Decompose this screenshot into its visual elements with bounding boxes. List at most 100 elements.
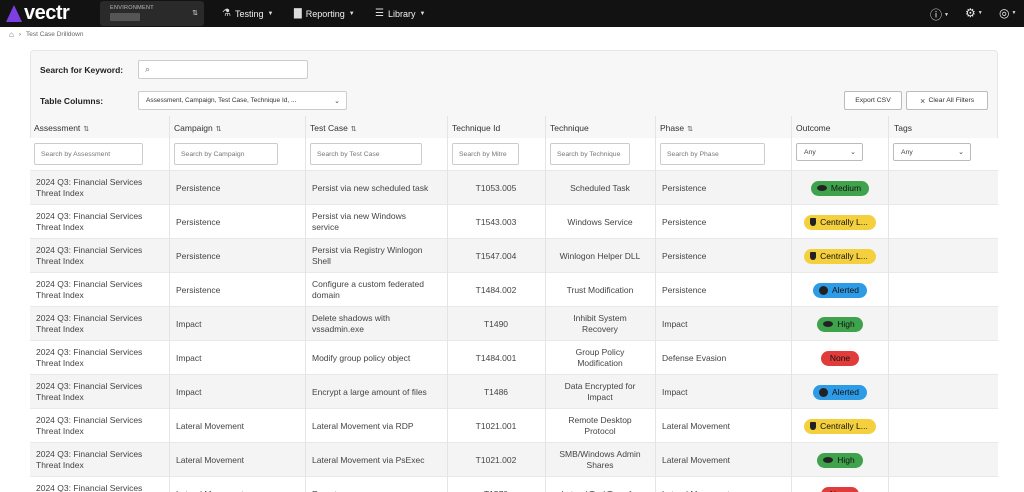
cell-text: T1570 (484, 489, 508, 492)
cell-text: Lateral Movement (662, 489, 730, 492)
keyword-search-input[interactable] (157, 63, 302, 77)
cell-campaign: Impact (176, 375, 301, 409)
cell-text-line: vssadmin.exe (312, 324, 364, 334)
logo-text: vectr (24, 2, 70, 24)
cell-text: Persistence (176, 182, 221, 193)
technique-filter-input[interactable] (550, 143, 630, 165)
table-row[interactable]: 2024 Q3: Financial Services Threat Index I… (30, 340, 998, 374)
cell-phase: Persistence (662, 273, 788, 307)
phase-filter-input[interactable] (660, 143, 765, 165)
table-filter-row: Any ⌄ Any ⌄ (30, 138, 998, 170)
outcome-badge: Alerted (813, 384, 867, 400)
cell-text-line: Delete shadows with (312, 313, 390, 323)
cell-text-line: Lateral Movement via RDP (312, 420, 414, 431)
table-columns-select[interactable]: Assessment, Campaign, Test Case, Techniq… (138, 91, 347, 110)
cell-text-line: Threat Index (36, 222, 84, 232)
export-csv-button[interactable]: Export CSV (844, 91, 902, 110)
cell-campaign: Lateral Movement (176, 443, 301, 477)
cell-campaign: Persistence (176, 273, 301, 307)
nav-testing[interactable]: ⚗ Testing ▼ (222, 8, 273, 19)
cell-campaign: Lateral Movement (176, 477, 301, 492)
cell-text-line: Protocol (584, 426, 616, 436)
vectr-logo[interactable]: vectr (6, 2, 70, 24)
table-row[interactable]: 2024 Q3: Financial Services Threat Index P… (30, 170, 998, 204)
cell-text-line: 2024 Q3: Financial Services (36, 415, 143, 425)
environment-select[interactable]: ENVIRONMENT ⇅ (100, 1, 204, 26)
breadcrumb-separator-icon: › (18, 31, 22, 38)
cell-phase: Persistence (662, 171, 788, 205)
cell-text-line: Trust Modification (566, 284, 634, 295)
column-header-technique-id[interactable]: Technique Id (452, 123, 500, 133)
outcome-label: Centrally L... (820, 420, 868, 431)
cell-text: T1053.005 (475, 182, 517, 193)
table-row[interactable]: 2024 Q3: Financial Services Threat Index I… (30, 306, 998, 340)
cell-text: Persistence (176, 250, 221, 261)
cell-text: T1543.003 (475, 216, 517, 227)
column-header-phase[interactable]: Phase ⇅ (660, 123, 693, 133)
table-row[interactable]: 2024 Q3: Financial Services Threat Index P… (30, 272, 998, 306)
table-row[interactable]: 2024 Q3: Financial Services Threat Index P… (30, 204, 998, 238)
outcome-label: Alerted (832, 386, 859, 397)
cell-text: Impact (176, 318, 202, 329)
cell-test-case: Persist via new scheduled task (312, 171, 444, 205)
tags-filter-select[interactable]: Any ⌄ (893, 143, 971, 161)
table-row[interactable]: 2024 Q3: Financial Services Threat Index I… (30, 374, 998, 408)
table-row[interactable]: 2024 Q3: Financial Services Threat Index P… (30, 238, 998, 272)
cell-test-case: Delete shadows with vssadmin.exe (312, 307, 444, 341)
keyword-search[interactable]: ⌕ (138, 60, 308, 79)
user-menu[interactable]: ◎ ▼ (999, 6, 1016, 20)
cell-technique: Trust Modification (546, 273, 654, 307)
home-icon[interactable]: ⌂ (9, 30, 14, 39)
cell-text: T1486 (483, 386, 509, 397)
cell-text-line: Threat Index (36, 188, 84, 198)
table-row[interactable]: 2024 Q3: Financial ServicesThreat Index L… (30, 442, 998, 476)
cell-outcome: Alerted (792, 273, 888, 307)
outcome-badge: Centrally L... (804, 214, 876, 230)
outcome-label: Centrally L... (820, 216, 868, 227)
sort-icon: ⇅ (83, 126, 90, 133)
table-row[interactable]: 2024 Q3: Financial ServicesThreat Index L… (30, 476, 998, 492)
cell-phase: Lateral Movement (662, 477, 788, 492)
cell-phase: Impact (662, 307, 788, 341)
cell-tags (889, 171, 997, 205)
cell-technique-id: T1547.004 (448, 239, 544, 273)
cell-text: Lateral Movement (662, 420, 731, 431)
help-menu[interactable]: ⓘ ▼ (930, 6, 949, 23)
cell-text-line: Data Encrypted for (564, 381, 636, 391)
nav-reporting[interactable]: ▇ Reporting ▼ (294, 8, 355, 19)
cell-tags (889, 409, 997, 443)
cell-outcome: High (792, 443, 888, 477)
column-header-technique[interactable]: Technique (550, 123, 589, 133)
chevron-down-icon: ⌄ (334, 98, 340, 105)
test-case-filter-input[interactable] (310, 143, 422, 165)
cell-text: Lateral Movement (176, 489, 244, 492)
cell-assessment: 2024 Q3: Financial ServicesThreat Index (36, 443, 166, 477)
clear-all-filters-button[interactable]: ⨯ Clear All Filters (906, 91, 988, 110)
cell-text-line: 2024 Q3: Financial Services (36, 381, 143, 391)
cell-technique-id: T1053.005 (448, 171, 544, 205)
cell-assessment: 2024 Q3: Financial ServicesThreat Index (36, 171, 166, 205)
cell-outcome: High (792, 307, 888, 341)
technique-id-filter-input[interactable] (452, 143, 519, 165)
cell-text-line: Persist via new scheduled task (312, 182, 429, 193)
cell-text-line: 2024 Q3: Financial Services (36, 211, 143, 221)
assessment-filter-input[interactable] (34, 143, 143, 165)
column-header-assessment[interactable]: Assessment ⇅ (34, 123, 89, 133)
table-row[interactable]: 2024 Q3: Financial ServicesThreat Index L… (30, 408, 998, 442)
cell-assessment: 2024 Q3: Financial ServicesThreat Index (36, 205, 166, 239)
outcome-badge: High (817, 452, 863, 468)
campaign-filter-input[interactable] (174, 143, 278, 165)
outcome-label: High (837, 454, 855, 465)
gear-icon: ⚙ (965, 6, 976, 20)
chevron-down-icon: ⌄ (850, 149, 856, 156)
cell-outcome: Centrally L... (792, 409, 888, 443)
cell-text-line: Lateral Movement via PsExec (312, 454, 425, 465)
cell-technique: Winlogon Helper DLL (546, 239, 654, 273)
cell-text-line: Windows Service (567, 216, 633, 227)
outcome-filter-select[interactable]: Any ⌄ (796, 143, 863, 161)
settings-menu[interactable]: ⚙ ▼ (965, 6, 983, 20)
nav-library[interactable]: ☰ Library ▼ (375, 8, 425, 19)
column-header-campaign[interactable]: Campaign ⇅ (174, 123, 222, 133)
column-header-test-case[interactable]: Test Case ⇅ (310, 123, 357, 133)
sort-icon: ⇅ (350, 126, 357, 133)
